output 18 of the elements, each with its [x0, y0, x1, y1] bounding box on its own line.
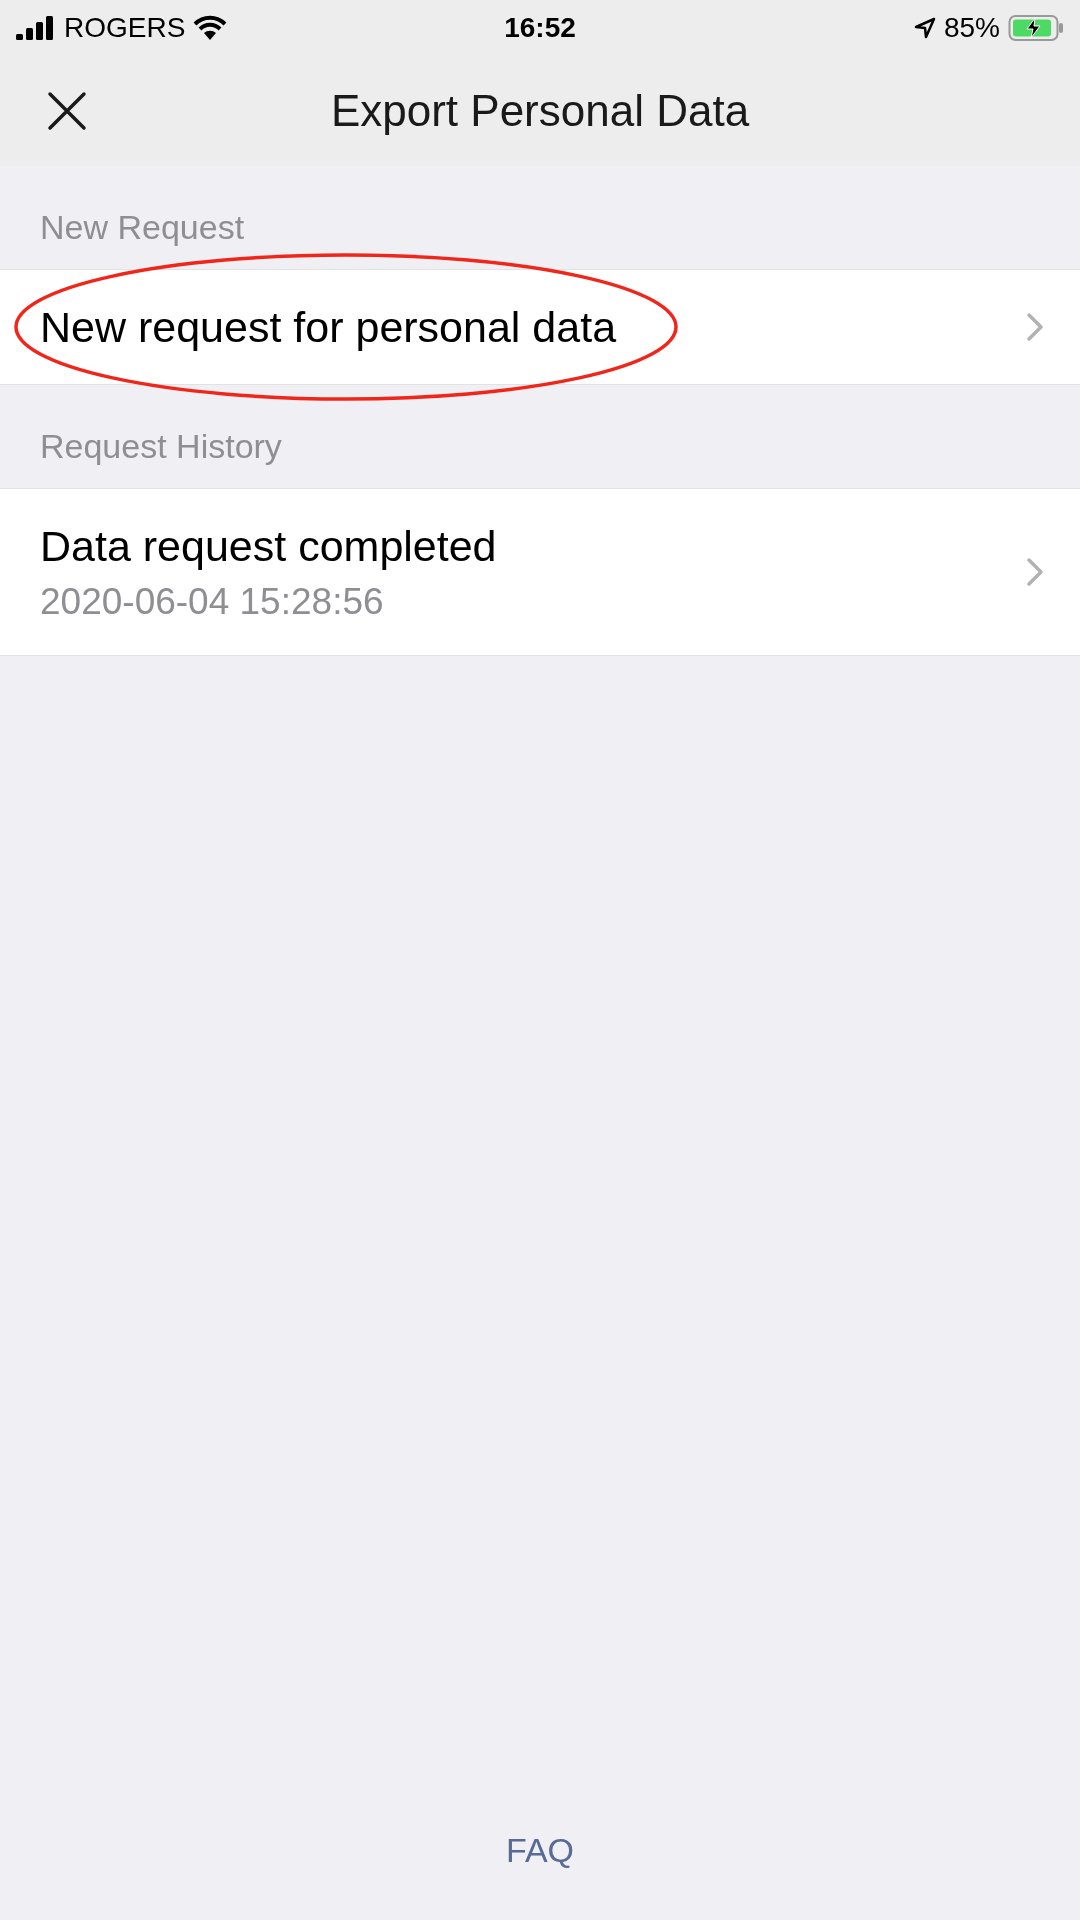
section-header: Request History [39, 426, 283, 467]
page-title: Export Personal Data [330, 86, 750, 136]
wifi-icon [193, 15, 228, 41]
battery-percent: 85% [943, 12, 1000, 44]
row-timestamp: 2020-06-04 15:28:56 [40, 580, 385, 623]
faq-link[interactable]: FAQ [506, 1831, 574, 1870]
list-row[interactable]: New request for personal data [0, 269, 1080, 385]
clock-time: 16:52 [504, 12, 576, 44]
location-arrow-icon [913, 17, 936, 39]
list-row[interactable]: Data request completed 2020-06-04 15:28:56 [0, 488, 1080, 656]
chevron-icon [1026, 557, 1044, 587]
section-header: New Request [39, 207, 246, 248]
signal-icon [16, 16, 56, 40]
close-icon [47, 91, 87, 131]
chevron-icon [1026, 312, 1044, 342]
row-title: New request for personal data [40, 302, 617, 352]
carrier-name: ROGERS [64, 12, 186, 44]
row-title: Data request completed [40, 521, 497, 571]
